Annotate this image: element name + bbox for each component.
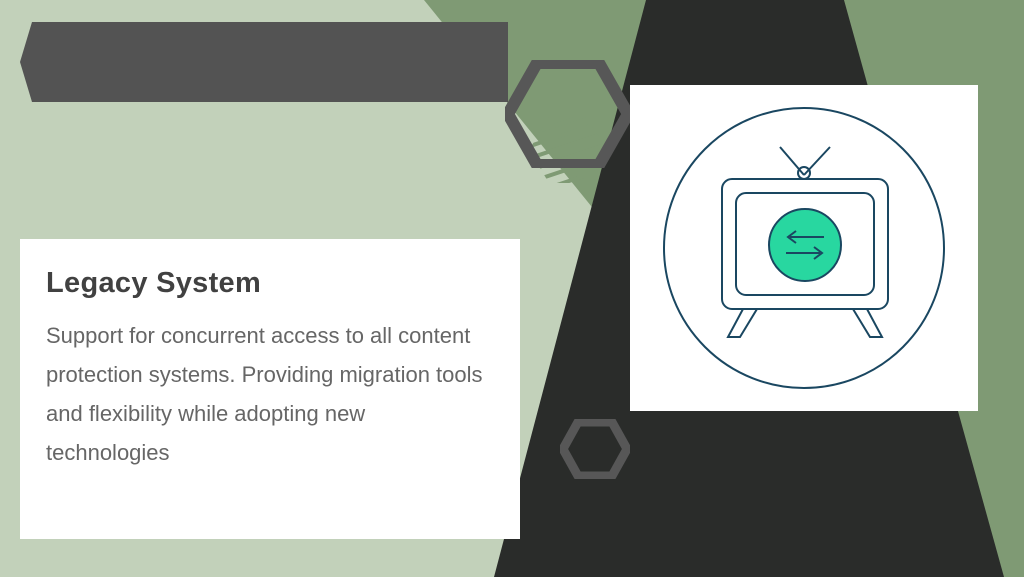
card-body: Support for concurrent access to all con… xyxy=(46,316,494,473)
slide: Legacy System Support for concurrent acc… xyxy=(0,0,1024,577)
card-title: Legacy System xyxy=(46,267,494,300)
hexagon-outline-large-icon xyxy=(505,60,631,168)
hero-icon-box xyxy=(630,85,978,411)
header-bar xyxy=(20,22,508,102)
tv-transfer-icon xyxy=(630,85,978,411)
content-card: Legacy System Support for concurrent acc… xyxy=(20,239,520,539)
hexagon-outline-small-icon xyxy=(560,419,630,479)
